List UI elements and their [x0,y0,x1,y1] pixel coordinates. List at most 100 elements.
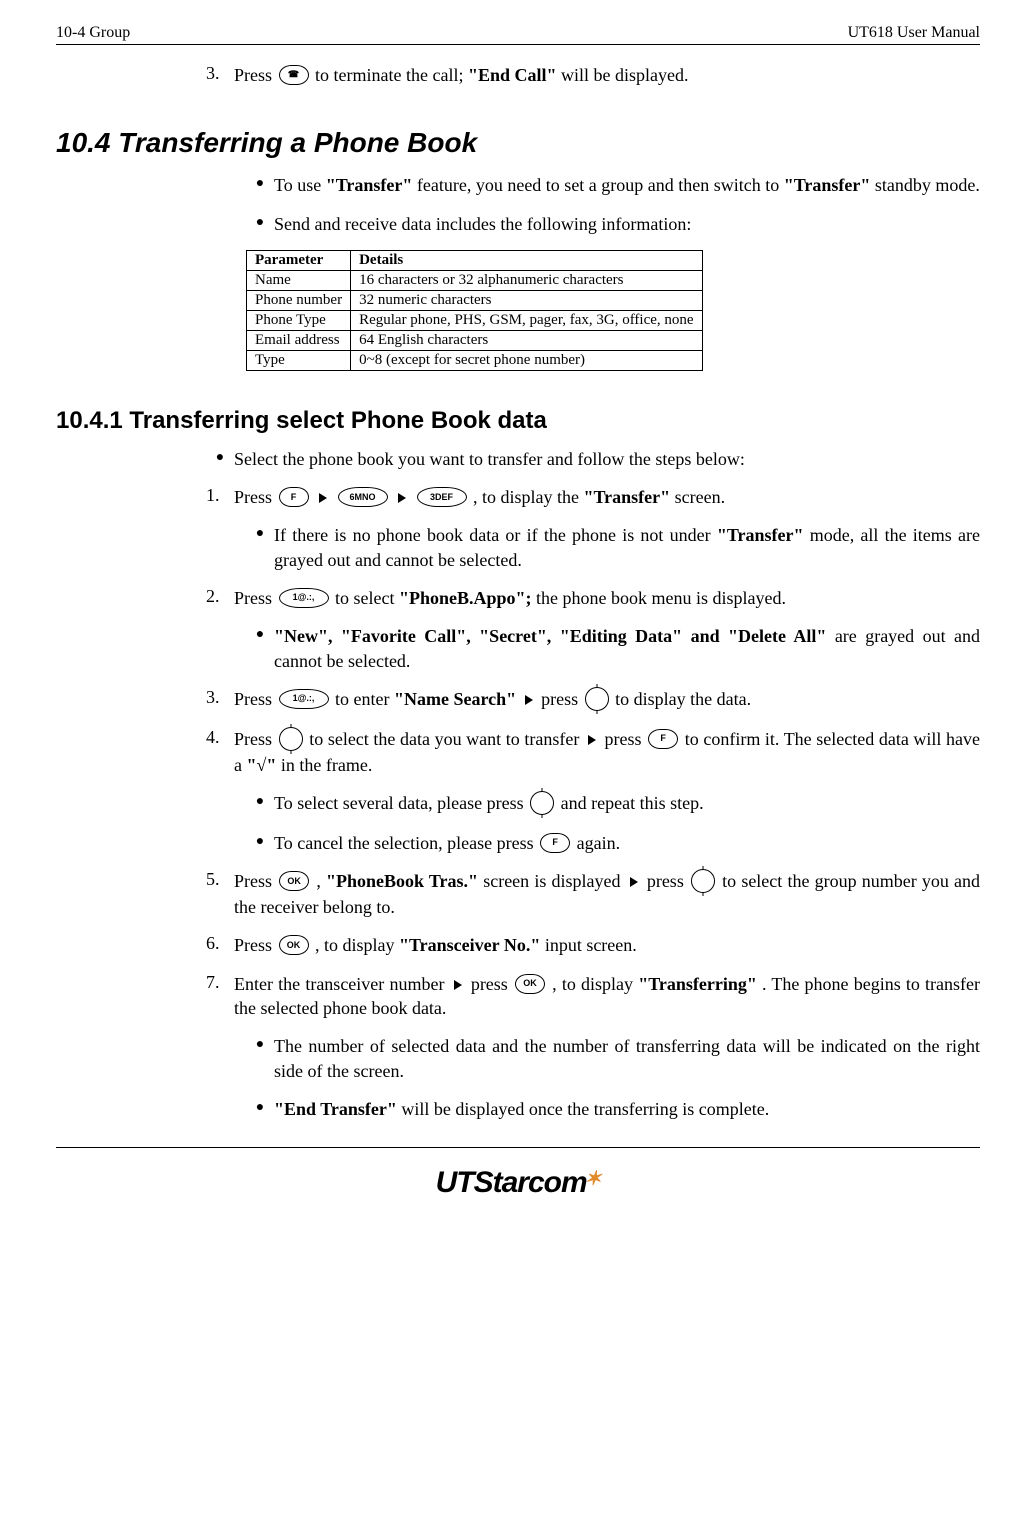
text: press [647,871,689,891]
table-cell: Phone Type [247,310,351,330]
bold-text: "Transferring" [638,974,757,994]
f-key-icon: F [648,729,678,749]
bullet-dot-icon: ● [246,523,274,572]
step-content: Enter the transceiver number press OK , … [234,972,980,1021]
step-content: Press OK , to display "Transceiver No." … [234,933,980,957]
text: , to display [552,974,638,994]
step-7: 7. Enter the transceiver number press OK… [206,972,980,1021]
bullet-content: The number of selected data and the numb… [274,1034,980,1083]
sub-bullet-end-transfer: ● "End Transfer" will be displayed once … [246,1097,980,1121]
step-number: 5. [206,869,234,919]
text: and repeat this step. [561,793,704,813]
table-header-row: Parameter Details [247,250,703,270]
logo-rest: Starcom [474,1166,587,1199]
bold-text: "√" [247,755,277,775]
star-icon: ✶ [585,1166,601,1191]
scroll-key-icon [279,727,303,751]
logo-ut: UT [436,1166,474,1199]
text: Press [234,871,277,891]
bold-text: "New", "Favorite Call", "Secret", "Editi… [274,626,826,646]
bullet-dot-icon: ● [246,1034,274,1083]
step-content: Press ☎ to terminate the call; "End Call… [234,63,980,87]
bold-text: "Transfer" [784,175,871,195]
step-content: Press 1@.:, to select "PhoneB.Appo"; the… [234,586,980,610]
subsection-heading-10-4-1: 10.4.1 Transferring select Phone Book da… [56,407,980,435]
text: feature, you need to set a group and the… [417,175,784,195]
bold-text: "End Call" [468,65,557,85]
table-cell: 0~8 (except for secret phone number) [351,350,702,370]
text: to select the data you want to transfer [309,729,584,749]
key-3-icon: 3DEF [417,487,467,507]
step-number: 6. [206,933,234,957]
bullet-dot-icon: ● [246,1097,274,1121]
key-1-icon: 1@.:, [279,689,329,709]
table-cell: Regular phone, PHS, GSM, pager, fax, 3G,… [351,310,702,330]
bullet-dot-icon: ● [246,831,274,855]
ok-key-icon: OK [515,974,545,994]
arrow-right-icon [319,493,327,503]
text: in the frame. [281,755,372,775]
table-row: Phone Type Regular phone, PHS, GSM, page… [247,310,703,330]
text: screen is displayed [483,871,625,891]
table-row: Type 0~8 (except for secret phone number… [247,350,703,370]
step-5: 5. Press OK , "PhoneBook Tras." screen i… [206,869,980,919]
bullet-dot-icon: ● [246,212,274,236]
bullet-dot-icon: ● [246,173,274,197]
f-key-icon: F [279,487,309,507]
bullet-content: To cancel the selection, please press F … [274,831,980,855]
header-right: UT618 User Manual [848,24,980,42]
footer-divider [56,1147,980,1148]
text: To cancel the selection, please press [274,833,538,853]
text: to terminate the call; [315,65,468,85]
bold-text: "Transfer" [717,525,804,545]
table-cell: Email address [247,330,351,350]
table-cell: Type [247,350,351,370]
page-header: 10-4 Group UT618 User Manual [56,24,980,45]
sub-bullet-cancel-selection: ● To cancel the selection, please press … [246,831,980,855]
text: will be displayed. [561,65,688,85]
text: If there is no phone book data or if the… [274,525,717,545]
bold-text: "Transfer" [326,175,413,195]
step-6: 6. Press OK , to display "Transceiver No… [206,933,980,957]
bullet-select-phonebook: ● Select the phone book you want to tran… [206,447,980,471]
bullet-dot-icon: ● [246,624,274,673]
bullet-content: To select several data, please press and… [274,791,980,817]
bullet-send-receive: ● Send and receive data includes the fol… [246,212,980,236]
table-cell: 64 English characters [351,330,702,350]
text: Press [234,935,277,955]
table-cell: Name [247,270,351,290]
text: the phone book menu is displayed. [536,588,786,608]
key-1-icon: 1@.:, [279,588,329,608]
sub-bullet-number-indicated: ● The number of selected data and the nu… [246,1034,980,1083]
step-number: 3. [206,687,234,713]
sub-bullet-no-data: ● If there is no phone book data or if t… [246,523,980,572]
parameters-table: Parameter Details Name 16 characters or … [246,250,703,371]
step-number: 2. [206,586,234,610]
text: , to display [315,935,399,955]
bullet-transfer-use: ● To use "Transfer" feature, you need to… [246,173,980,197]
bullet-content: If there is no phone book data or if the… [274,523,980,572]
text: Press [234,588,277,608]
arrow-right-icon [398,493,406,503]
bullet-content: "End Transfer" will be displayed once th… [274,1097,980,1121]
text: , to display the [473,487,584,507]
step-number: 3. [206,63,234,87]
table-header: Parameter [247,250,351,270]
step-1: 1. Press F 6MNO 3DEF , to display the "T… [206,485,980,509]
text: Press [234,487,277,507]
header-left: 10-4 Group [56,24,130,42]
text: screen. [675,487,725,507]
bullet-content: To use "Transfer" feature, you need to s… [274,173,980,197]
bold-text: "PhoneBook Tras." [326,871,478,891]
scroll-key-icon [585,687,609,711]
bold-text: "Transfer" [584,487,671,507]
bullet-dot-icon: ● [246,791,274,817]
step-content: Press F 6MNO 3DEF , to display the "Tran… [234,485,980,509]
bullet-content: Send and receive data includes the follo… [274,212,980,236]
step-content: Press to select the data you want to tra… [234,727,980,777]
bold-text: "End Transfer" [274,1099,397,1119]
logo-text: UTStarcom✶ [436,1166,601,1199]
text: to enter [335,689,394,709]
step-3-top: 3. Press ☎ to terminate the call; "End C… [206,63,980,87]
text: standby mode. [875,175,980,195]
